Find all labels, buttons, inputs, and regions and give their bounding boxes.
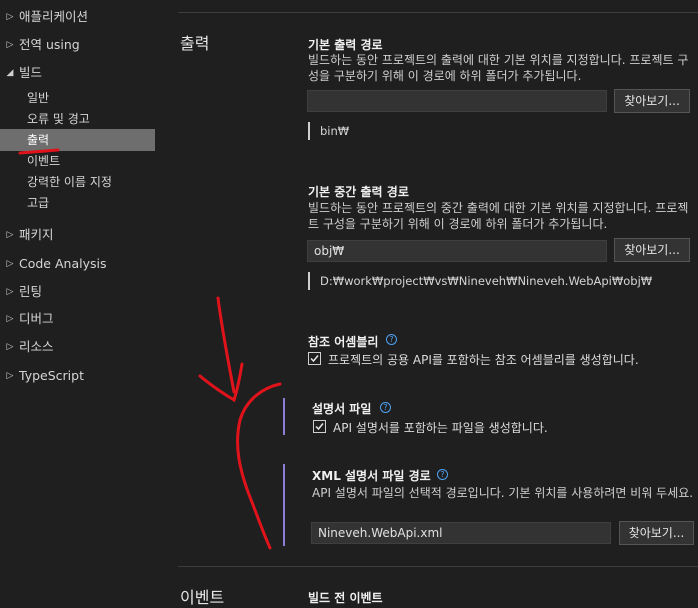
sidebar-item-strong-naming[interactable]: 강력한 이름 지정	[0, 171, 150, 193]
sidebar-item-build[interactable]: ◢ 빌드	[0, 62, 150, 84]
section-title-output: 출력	[180, 34, 210, 53]
sidebar-item-debug[interactable]: ▷ 디버그	[0, 308, 150, 330]
documentation-file-title: 설명서 파일	[312, 402, 372, 416]
reference-assembly-title: 참조 어셈블리	[308, 335, 379, 349]
xml-doc-browse-button[interactable]: 찾아보기...	[619, 521, 694, 545]
sidebar-nav: ▷ 애플리케이션 ▷ 전역 using ◢ 빌드 일반 오류 및 경고 출력 이…	[0, 0, 160, 596]
documentation-file-checkbox-label: API 설명서를 포함하는 파일을 생성합니다.	[333, 421, 548, 435]
indent-bar	[283, 464, 285, 546]
sidebar-item-output[interactable]: 출력	[0, 129, 155, 151]
reference-assembly-checkbox[interactable]	[308, 352, 321, 365]
chevron-right-icon: ▷	[6, 287, 14, 297]
section-divider	[178, 12, 698, 13]
chevron-right-icon: ▷	[6, 314, 14, 324]
xml-doc-path-title: XML 설명서 파일 경로	[312, 469, 431, 483]
help-circle-icon[interactable]: ?	[380, 402, 391, 413]
sidebar-item-package[interactable]: ▷ 패키지	[0, 224, 150, 246]
base-intermediate-path-input[interactable]: obj₩	[307, 240, 607, 262]
help-circle-icon[interactable]: ?	[386, 334, 397, 345]
chevron-right-icon: ▷	[6, 342, 14, 352]
indent-bar	[283, 398, 285, 435]
sidebar-item-application[interactable]: ▷ 애플리케이션	[0, 6, 150, 28]
chevron-down-icon: ◢	[6, 68, 14, 78]
sidebar-item-typescript[interactable]: ▷ TypeScript	[0, 365, 150, 387]
sidebar-item-advanced[interactable]: 고급	[0, 192, 150, 214]
sidebar-item-resources[interactable]: ▷ 리소스	[0, 336, 150, 358]
base-output-browse-button[interactable]: 찾아보기...	[614, 89, 690, 113]
chevron-right-icon: ▷	[6, 371, 14, 381]
chevron-right-icon: ▷	[6, 40, 14, 50]
base-intermediate-path-title: 기본 중간 출력 경로	[308, 185, 409, 199]
sidebar-item-linting[interactable]: ▷ 린팅	[0, 281, 150, 303]
sidebar-item-errors-warnings[interactable]: 오류 및 경고	[0, 108, 150, 130]
help-circle-icon[interactable]: ?	[437, 469, 448, 480]
pre-build-event-title: 빌드 전 이벤트	[308, 591, 383, 605]
base-intermediate-path-description: 빌드하는 동안 프로젝트의 중간 출력에 대한 기본 위치를 지정합니다. 프로…	[308, 201, 689, 231]
chevron-right-icon: ▷	[6, 12, 14, 22]
base-output-path-input[interactable]	[307, 90, 607, 112]
base-output-path-title: 기본 출력 경로	[308, 38, 383, 52]
base-intermediate-browse-button[interactable]: 찾아보기...	[614, 238, 690, 262]
section-title-events: 이벤트	[180, 588, 225, 607]
sidebar-item-global-using[interactable]: ▷ 전역 using	[0, 34, 150, 56]
xml-doc-path-description: API 설명서 파일의 선택적 경로입니다. 기본 위치를 사용하려면 비워 두…	[312, 486, 694, 500]
chevron-right-icon: ▷	[6, 259, 14, 269]
reference-assembly-checkbox-label: 프로젝트의 공용 API를 포함하는 참조 어셈블리를 생성합니다.	[328, 353, 639, 367]
documentation-file-checkbox[interactable]	[313, 420, 326, 433]
xml-doc-path-input[interactable]: Nineveh.WebApi.xml	[311, 522, 611, 544]
base-output-path-description: 빌드하는 동안 프로젝트의 출력에 대한 기본 위치를 지정합니다. 프로젝트 …	[308, 53, 689, 83]
sidebar-item-general[interactable]: 일반	[0, 87, 150, 109]
base-output-path-preview: bin₩	[308, 122, 349, 140]
sidebar-item-code-analysis[interactable]: ▷ Code Analysis	[0, 253, 150, 275]
chevron-right-icon: ▷	[6, 230, 14, 240]
section-divider	[178, 566, 698, 567]
checkmark-icon	[310, 355, 319, 363]
sidebar-item-events[interactable]: 이벤트	[0, 150, 150, 172]
base-intermediate-path-preview: D:₩work₩project₩vs₩Nineveh₩Nineveh.WebAp…	[308, 272, 652, 290]
checkmark-icon	[315, 423, 324, 431]
